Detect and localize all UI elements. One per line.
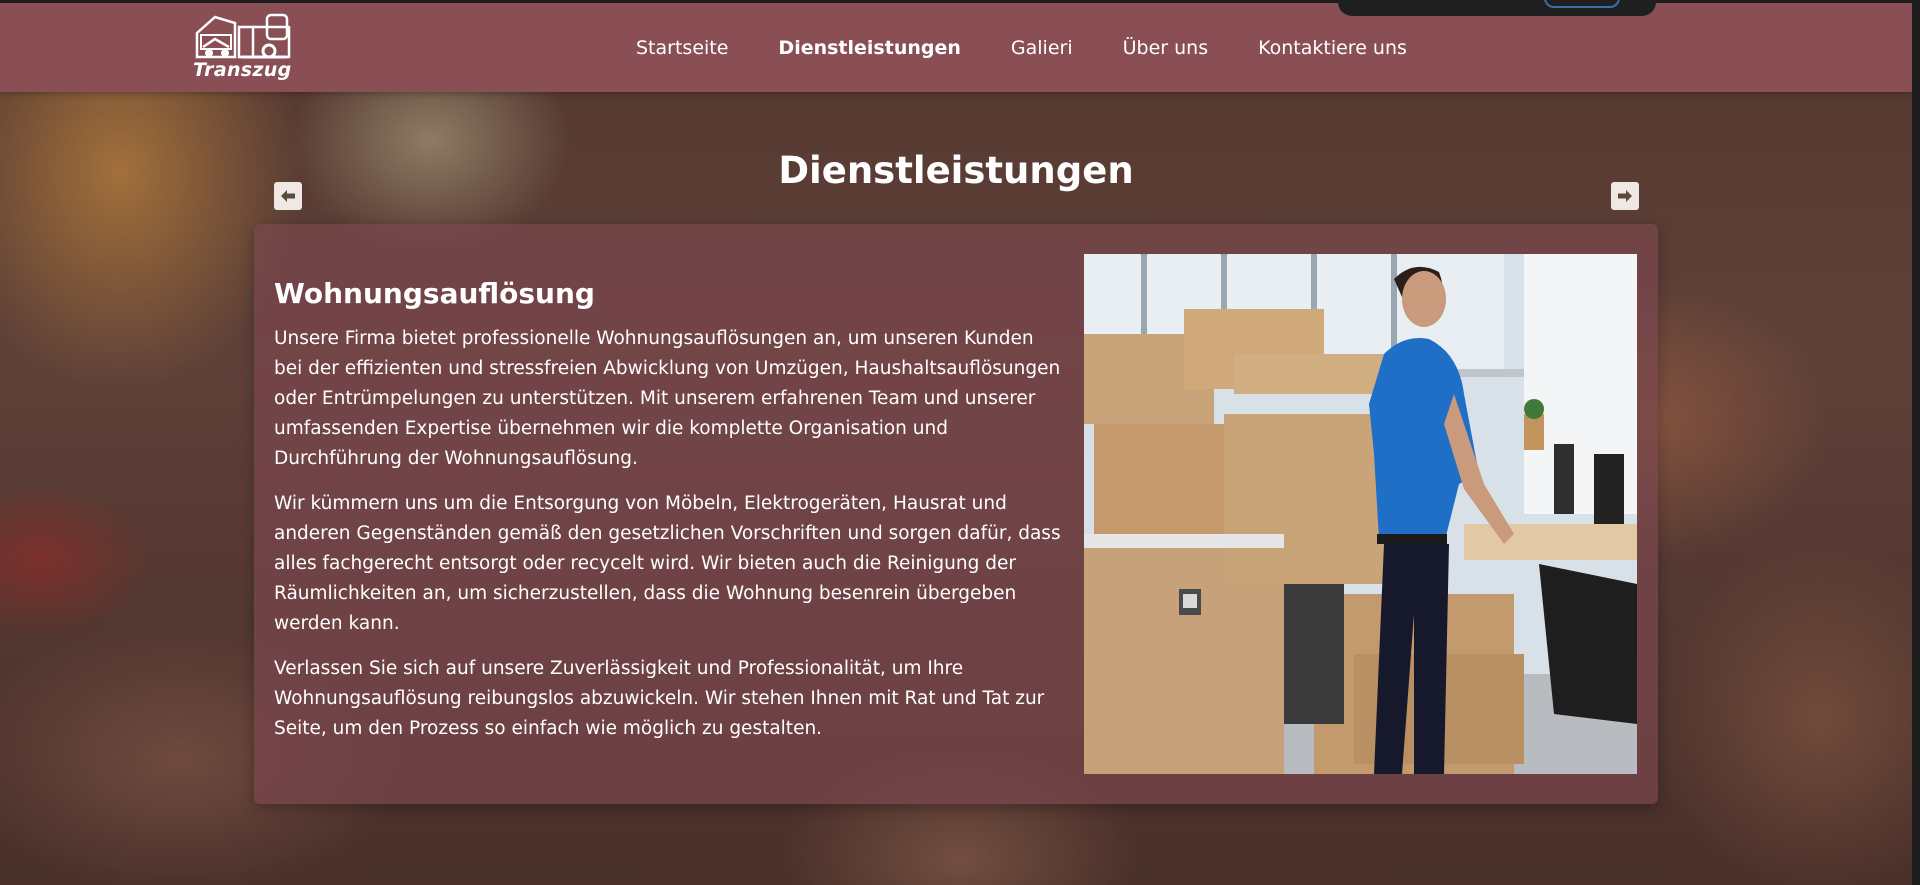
nav-item-ueber-uns[interactable]: Über uns [1123,37,1234,59]
service-card: Wohnungsauflösung Unsere Firma bietet pr… [254,224,1658,804]
service-title: Wohnungsauflösung [274,277,595,311]
service-description: Unsere Firma bietet professionelle Wohnu… [274,324,1064,759]
main-nav: Startseite Dienstleistungen Galieri Über… [636,3,1457,92]
mover-office-boxes-illustration [1084,254,1637,774]
arrow-right-icon [1618,190,1632,202]
brand-name: Transzug [193,59,292,81]
moving-truck-icon [195,13,291,59]
nav-item-dienstleistungen[interactable]: Dienstleistungen [778,37,985,59]
nav-item-startseite[interactable]: Startseite [636,37,753,59]
arrow-left-icon [281,190,295,202]
service-paragraph-3: Verlassen Sie sich auf unsere Zuverlässi… [274,658,1045,739]
overlay-pill [1544,0,1620,8]
service-photo [1084,254,1637,774]
brand-logo[interactable]: Transzug [193,13,293,85]
browser-overlay-tab [1338,0,1656,16]
carousel-next-button[interactable] [1611,182,1639,210]
carousel-prev-button[interactable] [274,182,302,210]
nav-item-kontakt[interactable]: Kontaktiere uns [1258,37,1432,59]
service-paragraph-1: Unsere Firma bietet professionelle Wohnu… [274,328,1061,469]
navbar: Transzug Startseite Dienstleistungen Gal… [0,3,1912,92]
window-right-edge [1912,0,1920,885]
service-paragraph-2: Wir kümmern uns um die Entsorgung von Mö… [274,493,1061,634]
nav-item-galieri[interactable]: Galieri [1011,37,1098,59]
